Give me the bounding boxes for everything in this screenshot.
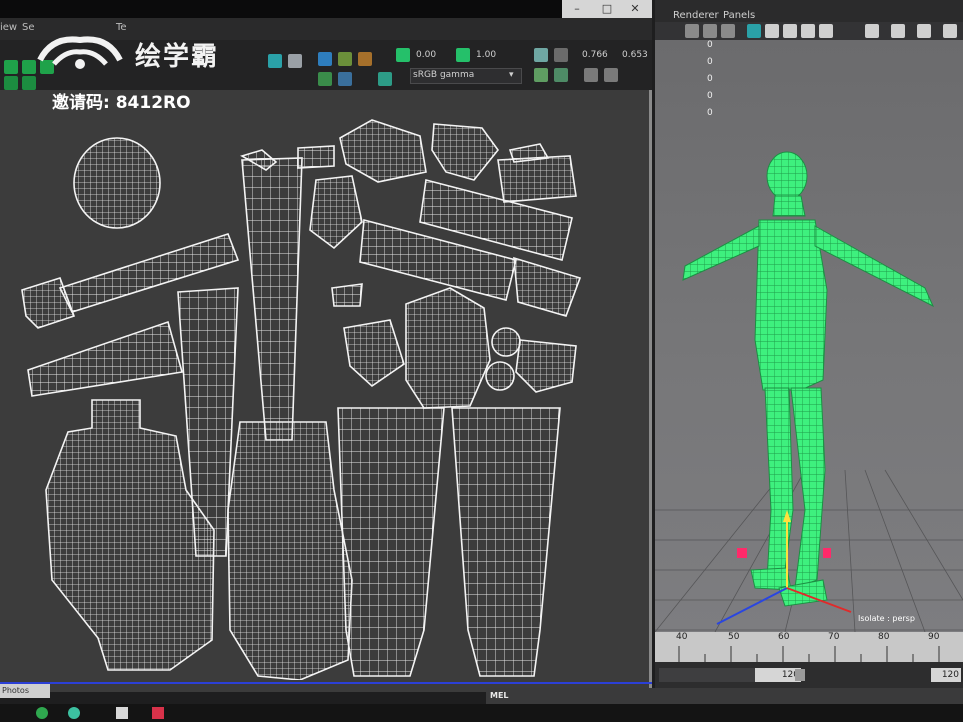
exposure-icon[interactable] [396, 48, 410, 62]
shaded-icon[interactable] [747, 24, 761, 38]
gate-mask-icon[interactable] [943, 24, 957, 38]
grid-icon[interactable] [318, 52, 332, 66]
viewport-hud-label: Isolate : persp [858, 614, 915, 623]
uv-shell-spine [241, 157, 303, 441]
brand-name: 绘学霸 [135, 42, 220, 72]
timeline-tick: 80 [878, 632, 890, 642]
uv-shell-disc-2 [485, 361, 515, 391]
uv-shell-glove-3 [343, 319, 405, 388]
gamma-value[interactable]: 1.00 [476, 50, 496, 60]
dim-image-icon[interactable] [358, 52, 372, 66]
canvas-border [0, 682, 652, 684]
viewport-toolbar [655, 22, 963, 40]
exposure-value[interactable]: 0.00 [416, 50, 436, 60]
textured-icon[interactable] [765, 24, 779, 38]
uv-shell-small-piece [331, 283, 363, 307]
uv-set-icon[interactable] [534, 68, 548, 82]
photoshop-tab[interactable]: Photos [0, 684, 50, 698]
close-button[interactable]: ✕ [626, 2, 644, 16]
image-range-icon[interactable] [554, 68, 568, 82]
value-a[interactable]: 0.766 [582, 50, 608, 60]
pixel-icon[interactable] [554, 48, 568, 62]
paste-uv-icon[interactable] [604, 68, 618, 82]
minimize-button[interactable]: – [568, 2, 586, 16]
brand-logo-icon [37, 36, 123, 69]
timeline-tick: 60 [778, 632, 790, 642]
end-time-field[interactable]: 120 [931, 668, 961, 682]
flip-u-icon[interactable] [4, 76, 18, 90]
taskbar [0, 704, 963, 722]
uv-shell-glove-2 [497, 155, 577, 203]
copy-uv-icon[interactable] [584, 68, 598, 82]
color-management-icon[interactable] [378, 72, 392, 86]
texture-display-icon[interactable] [338, 52, 352, 66]
3d-viewport[interactable]: 0 0 0 0 0 [655, 40, 963, 632]
ao-icon[interactable] [819, 24, 833, 38]
uv-shell-cap [508, 143, 550, 163]
app-icon[interactable] [68, 707, 80, 719]
uv-shell-hand-star-1 [431, 123, 500, 181]
uv-shell-hand-right [513, 256, 582, 317]
lights-icon[interactable] [783, 24, 797, 38]
pixel-snap-icon[interactable] [318, 72, 332, 86]
menu-panels[interactable]: Panels [723, 10, 755, 21]
uv-shell-disc-1 [491, 327, 521, 357]
app-icon[interactable] [116, 707, 128, 719]
uv-shell-leg-1 [337, 407, 445, 677]
uv-shell-hand-star-2 [515, 339, 577, 393]
xray-icon[interactable] [865, 24, 879, 38]
uv-shell-forearm-left [27, 320, 184, 397]
camera-icon[interactable] [685, 24, 699, 38]
color-space-dropdown[interactable]: sRGB gamma ▾ [410, 68, 522, 84]
gamma-icon[interactable] [456, 48, 470, 62]
uv-shell-head [73, 137, 161, 229]
range-slider: 120 120 [655, 662, 963, 688]
timeline-tick: 50 [728, 632, 740, 642]
uv-shell-neck [297, 145, 335, 169]
shuffle-icon[interactable] [288, 54, 302, 68]
app-icon[interactable] [152, 707, 164, 719]
wireframe-icon[interactable] [721, 24, 735, 38]
resolution-gate-icon[interactable] [917, 24, 931, 38]
checker-icon[interactable] [268, 54, 282, 68]
uv-shell-torso-back [227, 421, 353, 680]
menu-renderer[interactable]: Renderer [673, 10, 719, 21]
uv-shell-fingers-1 [339, 119, 427, 183]
color-space-value: sRGB gamma [413, 70, 475, 80]
menu-view[interactable]: iew [0, 22, 17, 33]
uv-shell-glove-1 [309, 175, 363, 250]
mel-label[interactable]: MEL [490, 691, 509, 700]
viewport-scene [655, 151, 963, 632]
window-controls: – □ ✕ [562, 0, 652, 18]
move-uv-icon[interactable] [4, 60, 18, 74]
app-icon[interactable] [36, 707, 48, 719]
timeline-tick: 90 [928, 632, 940, 642]
timeline-tick: 70 [828, 632, 840, 642]
shaded-uv-icon[interactable] [338, 72, 352, 86]
shadows-icon[interactable] [801, 24, 815, 38]
uv-shell-hip [405, 287, 491, 409]
uv-shell-leg-2 [451, 407, 561, 677]
grid-toggle-icon[interactable] [703, 24, 717, 38]
isolate-icon[interactable] [891, 24, 905, 38]
time-ticks [678, 646, 940, 662]
snapshot-icon[interactable] [534, 48, 548, 62]
uv-editor-titlebar[interactable] [0, 0, 652, 18]
range-handle[interactable] [795, 669, 805, 681]
timeline-tick: 40 [676, 632, 688, 642]
character-mesh [682, 151, 935, 607]
uv-shells [21, 119, 582, 680]
value-b[interactable]: 0.653 [622, 50, 648, 60]
chevron-down-icon: ▾ [509, 70, 514, 80]
maximize-button[interactable]: □ [598, 2, 616, 16]
flip-v-icon[interactable] [22, 76, 36, 90]
time-slider[interactable] [655, 632, 963, 662]
command-line[interactable] [486, 688, 963, 704]
uv-layout-canvas[interactable] [0, 110, 649, 680]
viewport-menubar: Renderer Panels [655, 0, 963, 22]
invite-code: 邀请码: 8412RO [52, 93, 191, 113]
